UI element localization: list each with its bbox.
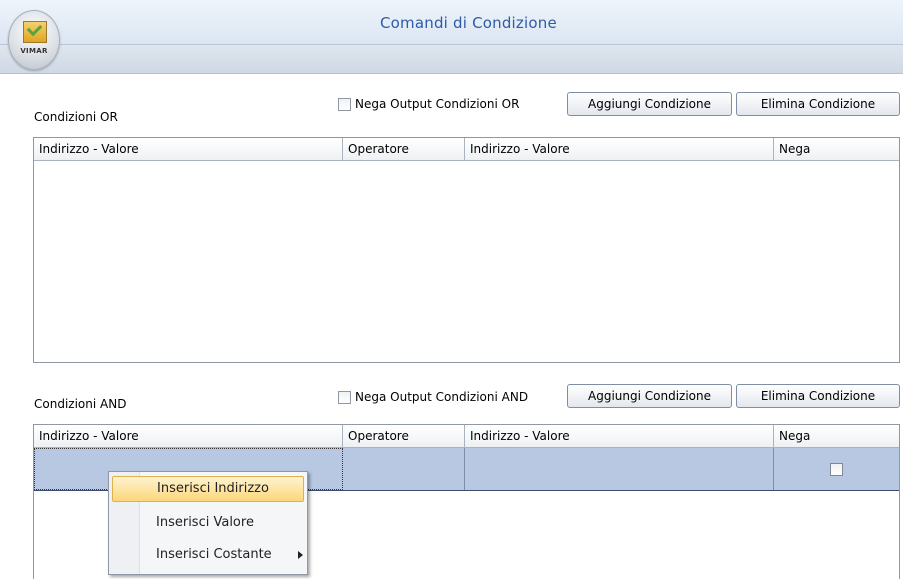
or-col-address-value-2[interactable]: Indirizzo - Valore	[465, 138, 774, 160]
menu-item-insert-value[interactable]: Inserisci Valore	[112, 510, 304, 536]
window-title: Comandi di Condizione	[380, 14, 557, 32]
or-conditions-label: Condizioni OR	[34, 110, 118, 124]
title-bar: Comandi di Condizione	[0, 0, 903, 45]
and-col-operator[interactable]: Operatore	[343, 425, 465, 447]
row-negate-checkbox[interactable]	[830, 463, 843, 476]
or-col-operator[interactable]: Operatore	[343, 138, 465, 160]
and-col-address-value-1[interactable]: Indirizzo - Valore	[34, 425, 343, 447]
negate-and-checkbox[interactable]: Nega Output Condizioni AND	[338, 390, 528, 404]
and-col-address-value-2[interactable]: Indirizzo - Valore	[465, 425, 774, 447]
remove-and-condition-button[interactable]: Elimina Condizione	[736, 384, 900, 408]
checkbox-icon[interactable]	[338, 390, 351, 404]
menu-item-insert-constant[interactable]: Inserisci Costante	[112, 542, 304, 568]
row-negate-cell[interactable]	[774, 448, 899, 490]
logo-brand-text: VIMAR	[20, 47, 48, 55]
negate-and-label: Nega Output Condizioni AND	[355, 390, 529, 404]
row-operator-cell[interactable]	[343, 448, 465, 490]
negate-or-checkbox[interactable]: Nega Output Condizioni OR	[338, 97, 519, 111]
remove-or-condition-button[interactable]: Elimina Condizione	[736, 92, 900, 116]
add-or-condition-button[interactable]: Aggiungi Condizione	[567, 92, 732, 116]
context-menu: Inserisci Indirizzo Inserisci Valore Ins…	[108, 471, 308, 575]
row-address-value-2-cell[interactable]	[465, 448, 774, 490]
ribbon-bar	[0, 45, 903, 74]
or-grid-header: Indirizzo - Valore Operatore Indirizzo -…	[34, 138, 899, 161]
vimar-logo-icon[interactable]: VIMAR	[8, 10, 60, 70]
and-col-negate[interactable]: Nega	[774, 425, 899, 447]
menu-item-insert-constant-label: Inserisci Costante	[156, 547, 272, 562]
condition-commands-window: Comandi di Condizione VIMAR Condizioni O…	[0, 0, 903, 579]
chevron-right-icon	[298, 551, 303, 559]
checkbox-icon[interactable]	[338, 97, 351, 111]
add-and-condition-button[interactable]: Aggiungi Condizione	[567, 384, 732, 408]
menu-item-insert-address[interactable]: Inserisci Indirizzo	[112, 476, 304, 502]
or-col-negate[interactable]: Nega	[774, 138, 899, 160]
or-col-address-value-1[interactable]: Indirizzo - Valore	[34, 138, 343, 160]
and-grid-header: Indirizzo - Valore Operatore Indirizzo -…	[34, 425, 899, 448]
or-conditions-grid[interactable]: Indirizzo - Valore Operatore Indirizzo -…	[33, 137, 900, 363]
logo-mark-icon	[23, 21, 47, 43]
negate-or-label: Nega Output Condizioni OR	[355, 97, 520, 111]
and-conditions-label: Condizioni AND	[34, 397, 127, 411]
